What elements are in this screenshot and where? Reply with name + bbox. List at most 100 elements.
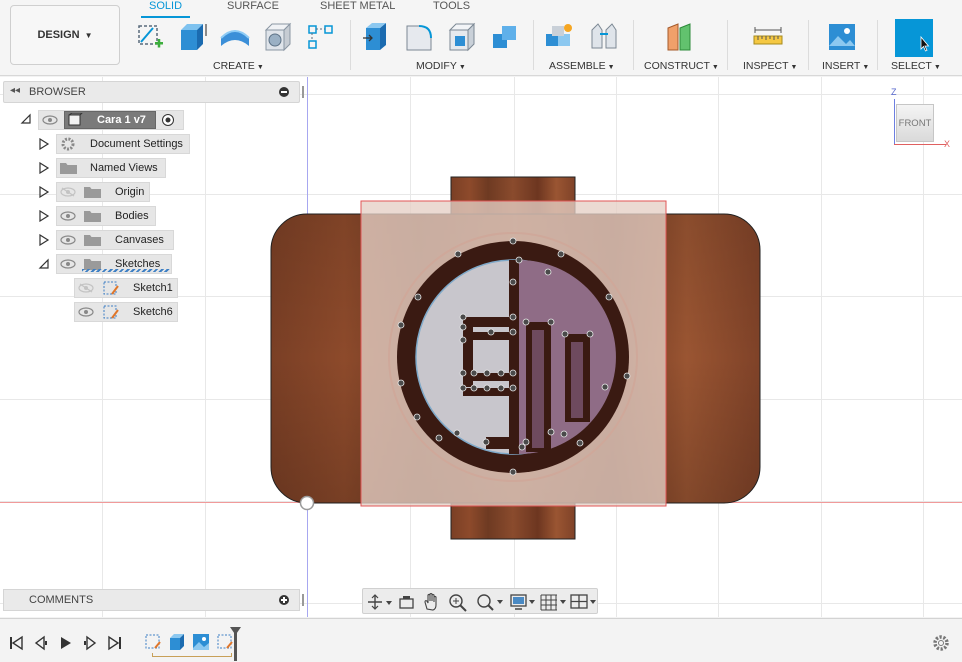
hole-icon[interactable] — [262, 20, 294, 54]
divider — [350, 20, 351, 70]
expanded-arrow-icon[interactable] — [38, 258, 50, 270]
collapsed-arrow-icon[interactable] — [38, 210, 50, 222]
modify-menu[interactable]: MODIFY ▼ — [416, 60, 466, 72]
model-body[interactable] — [260, 172, 770, 542]
timeline-group-bracket — [152, 653, 232, 657]
folder-icon — [84, 235, 101, 246]
folder-icon — [84, 187, 101, 198]
caret-down-icon: ▼ — [933, 64, 941, 71]
create-menu[interactable]: CREATE ▼ — [213, 60, 264, 72]
assemble-menu[interactable]: ASSEMBLE ▼ — [549, 60, 615, 72]
visibility-eye-icon[interactable] — [42, 115, 58, 125]
collapsed-arrow-icon[interactable] — [38, 186, 50, 198]
step-forward-icon[interactable] — [82, 635, 98, 651]
collapsed-arrow-icon[interactable] — [38, 138, 50, 150]
step-back-icon[interactable] — [33, 635, 49, 651]
component-icon — [68, 113, 83, 126]
hidden-eye-icon[interactable] — [60, 187, 76, 197]
fillet-icon[interactable] — [403, 20, 435, 54]
hidden-eye-icon[interactable] — [78, 283, 94, 293]
timeline-marker-head-icon[interactable] — [230, 627, 241, 635]
view-cube-front-face[interactable]: FRONT — [896, 104, 934, 142]
tab-surface[interactable]: SURFACE — [227, 0, 279, 16]
caret-down-icon: ▼ — [607, 64, 615, 71]
assemble-label: ASSEMBLE — [549, 60, 606, 72]
collapsed-arrow-icon[interactable] — [38, 234, 50, 246]
look-at-icon[interactable] — [397, 593, 417, 611]
measure-icon[interactable] — [752, 20, 784, 54]
joint-icon[interactable] — [588, 20, 620, 54]
select-menu[interactable]: SELECT ▼ — [891, 60, 941, 72]
comments-panel-header[interactable]: COMMENTS — [3, 589, 304, 611]
visibility-eye-icon[interactable] — [60, 259, 76, 269]
root-label: Cara 1 v7 — [97, 114, 146, 126]
visibility-eye-icon[interactable] — [60, 235, 76, 245]
grid-settings-icon[interactable] — [539, 592, 569, 612]
construct-label: CONSTRUCT — [644, 60, 710, 72]
tab-tools[interactable]: TOOLS — [433, 0, 470, 16]
timeline-sketch-feature-icon[interactable] — [143, 632, 163, 652]
timeline-sketch-feature-icon[interactable] — [215, 632, 235, 652]
inspect-label: INSPECT — [743, 60, 789, 72]
design-label: DESIGN — [37, 29, 80, 41]
viewports-icon[interactable] — [569, 592, 599, 612]
fit-zoom-window-icon[interactable] — [475, 592, 505, 612]
minimize-icon[interactable] — [279, 87, 289, 97]
origin-point-icon — [299, 495, 315, 511]
press-pull-icon[interactable] — [360, 20, 392, 54]
display-settings-icon[interactable] — [509, 592, 539, 612]
comments-title: COMMENTS — [29, 594, 94, 606]
sketch-icon — [103, 305, 119, 319]
shell-icon[interactable] — [446, 20, 478, 54]
tab-solid[interactable]: SOLID — [140, 0, 191, 18]
sketch-label: Sketch1 — [133, 282, 173, 294]
timeline-bar — [0, 618, 962, 662]
caret-down-icon: ▼ — [711, 64, 719, 71]
panel-grip-icon[interactable] — [302, 594, 304, 606]
grid-line — [205, 77, 206, 617]
pattern-icon[interactable] — [305, 20, 337, 54]
divider — [533, 20, 534, 70]
browser-item-label: Document Settings — [90, 138, 183, 150]
expanded-arrow-icon[interactable] — [20, 113, 32, 125]
add-comment-icon[interactable] — [279, 595, 289, 605]
zoom-icon[interactable] — [447, 592, 469, 612]
play-icon[interactable] — [58, 635, 74, 651]
timeline-extrude-feature-icon[interactable] — [167, 632, 187, 652]
timeline-canvas-feature-icon[interactable] — [191, 632, 211, 652]
modify-label: MODIFY — [416, 60, 457, 72]
select-tool-button[interactable] — [895, 19, 933, 57]
grid-line — [923, 77, 924, 617]
navigation-bar — [362, 588, 598, 614]
visibility-eye-icon[interactable] — [60, 211, 76, 221]
construct-menu[interactable]: CONSTRUCT ▼ — [644, 60, 719, 72]
view-cube[interactable]: Z X FRONT — [884, 87, 956, 155]
offset-plane-icon[interactable] — [664, 20, 696, 54]
collapsed-arrow-icon[interactable] — [38, 162, 50, 174]
go-to-start-icon[interactable] — [8, 635, 24, 651]
revolve-icon[interactable] — [219, 20, 251, 54]
active-radio-icon[interactable] — [161, 113, 175, 127]
panel-grip-icon[interactable] — [302, 86, 304, 98]
extrude-icon[interactable] — [177, 20, 209, 54]
timeline-settings-gear-icon[interactable] — [932, 634, 950, 652]
browser-item-label: Canvases — [115, 234, 164, 246]
insert-menu[interactable]: INSERT ▼ — [822, 60, 869, 72]
collapse-panel-icon[interactable]: ◂◂ — [10, 85, 20, 96]
tab-sheet-metal[interactable]: SHEET METAL — [320, 0, 395, 16]
browser-item-label: Named Views — [90, 162, 158, 174]
browser-title: BROWSER — [29, 86, 86, 98]
inspect-menu[interactable]: INSPECT ▼ — [743, 60, 797, 72]
design-workspace-button[interactable]: DESIGN ▼ — [10, 5, 120, 65]
insert-canvas-icon[interactable] — [826, 20, 858, 54]
go-to-end-icon[interactable] — [107, 635, 123, 651]
orbit-icon[interactable] — [367, 593, 393, 611]
visibility-eye-icon[interactable] — [78, 307, 94, 317]
combine-icon[interactable] — [489, 20, 521, 54]
create-sketch-icon[interactable] — [135, 20, 167, 54]
new-component-icon[interactable] — [544, 20, 576, 54]
sketch-underline — [82, 269, 170, 272]
select-label: SELECT — [891, 60, 932, 72]
caret-down-icon: ▼ — [256, 64, 264, 71]
pan-hand-icon[interactable] — [421, 592, 441, 612]
